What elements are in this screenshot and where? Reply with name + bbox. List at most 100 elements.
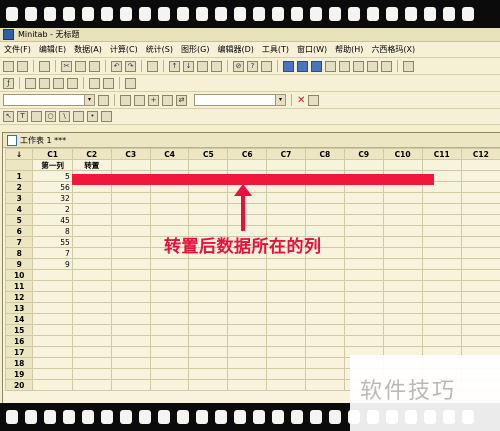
data-cell[interactable]	[71, 225, 112, 237]
data-cell[interactable]	[227, 379, 268, 391]
eraser-icon[interactable]	[125, 77, 136, 89]
info-icon[interactable]	[311, 60, 322, 72]
data-cell[interactable]	[343, 302, 384, 314]
save-icon[interactable]	[17, 60, 28, 72]
copy-icon[interactable]	[75, 60, 86, 72]
delete-icon[interactable]: ✕	[297, 95, 305, 106]
redo-icon[interactable]: ↷	[125, 60, 136, 72]
data-cell[interactable]	[460, 225, 500, 237]
data-cell[interactable]	[343, 236, 384, 248]
crosshair-icon[interactable]: +	[148, 94, 159, 106]
data-cell[interactable]	[382, 269, 423, 281]
data-cell[interactable]	[110, 258, 151, 270]
data-cell[interactable]	[110, 291, 151, 303]
column-name-cell[interactable]	[110, 159, 151, 171]
stat-guide-icon[interactable]	[261, 60, 272, 72]
data-cell[interactable]	[71, 247, 112, 259]
row-header[interactable]: 10	[4, 269, 34, 281]
edit-last-dialog-icon[interactable]	[103, 77, 114, 89]
row-header[interactable]: 3	[4, 192, 34, 204]
column-name-cell[interactable]: 第一列	[32, 159, 73, 171]
data-cell[interactable]	[188, 368, 229, 380]
data-cell[interactable]	[71, 236, 112, 248]
row-header[interactable]: 2	[4, 181, 34, 193]
data-cell[interactable]	[460, 203, 500, 215]
data-cell[interactable]	[304, 214, 345, 226]
data-cell[interactable]	[188, 313, 229, 325]
data-cell[interactable]	[421, 192, 462, 204]
data-cell[interactable]	[421, 313, 462, 325]
data-cell[interactable]	[149, 192, 190, 204]
menu-help[interactable]: 帮助(H)	[335, 44, 363, 55]
column-name-cell[interactable]	[304, 159, 345, 171]
data-cell[interactable]	[32, 324, 73, 336]
menu-file[interactable]: 文件(F)	[4, 44, 31, 55]
column-name-cell[interactable]	[382, 159, 423, 171]
data-cell[interactable]	[343, 258, 384, 270]
data-cell[interactable]	[421, 302, 462, 314]
data-cell[interactable]	[149, 302, 190, 314]
cancel-icon[interactable]: ⊘	[233, 60, 244, 72]
flag-icon[interactable]	[162, 94, 173, 106]
cut-icon[interactable]: ✂	[61, 60, 72, 72]
data-cell[interactable]	[266, 192, 306, 204]
column-header[interactable]: C7	[266, 148, 306, 160]
row-header[interactable]: 5	[4, 214, 34, 226]
rectangle-tool-icon[interactable]	[31, 111, 42, 122]
down-arrow-icon[interactable]: ↓	[183, 60, 194, 72]
corner-cell[interactable]: ↓	[4, 148, 34, 160]
data-cell[interactable]	[227, 280, 268, 292]
data-cell[interactable]	[421, 291, 462, 303]
data-cell[interactable]	[304, 203, 345, 215]
data-cell[interactable]	[71, 324, 112, 336]
replace-icon[interactable]	[211, 60, 222, 72]
column-header[interactable]: C5	[188, 148, 229, 160]
data-cell[interactable]	[188, 324, 229, 336]
data-cell[interactable]	[188, 203, 229, 215]
column-name-cell[interactable]	[266, 159, 306, 171]
insert-rows-icon[interactable]	[39, 77, 50, 89]
data-cell[interactable]	[188, 214, 229, 226]
row-header[interactable]: 12	[4, 291, 34, 303]
open-icon[interactable]	[3, 60, 14, 72]
data-cell[interactable]	[149, 324, 190, 336]
column-name-cell[interactable]	[421, 159, 462, 171]
data-cell[interactable]	[32, 346, 73, 358]
history-icon[interactable]	[325, 60, 336, 72]
data-cell[interactable]	[71, 291, 112, 303]
data-cell[interactable]: 2	[32, 203, 73, 215]
data-cell[interactable]	[71, 335, 112, 347]
data-cell[interactable]	[32, 280, 73, 292]
data-cell[interactable]	[382, 258, 423, 270]
data-cell[interactable]	[110, 379, 151, 391]
data-cell[interactable]	[71, 280, 112, 292]
data-cell[interactable]	[266, 357, 306, 369]
data-cell[interactable]	[227, 346, 268, 358]
row-header[interactable]: 4	[4, 203, 34, 215]
data-cell[interactable]	[110, 313, 151, 325]
row-header[interactable]: 15	[4, 324, 34, 336]
menu-tools[interactable]: 工具(T)	[262, 44, 289, 55]
data-cell[interactable]	[304, 269, 345, 281]
column-header[interactable]: C8	[304, 148, 345, 160]
data-cell[interactable]	[460, 247, 500, 259]
data-cell[interactable]	[32, 335, 73, 347]
data-cell[interactable]	[343, 247, 384, 259]
data-cell[interactable]	[382, 203, 423, 215]
data-cell[interactable]	[304, 357, 345, 369]
data-cell[interactable]	[188, 302, 229, 314]
menu-stat[interactable]: 统计(S)	[146, 44, 173, 55]
data-cell[interactable]	[149, 214, 190, 226]
data-cell[interactable]	[110, 225, 151, 237]
swap-icon[interactable]: ⇄	[176, 94, 187, 106]
data-cell[interactable]	[71, 192, 112, 204]
data-cell[interactable]	[382, 280, 423, 292]
data-cell[interactable]	[266, 335, 306, 347]
data-cell[interactable]	[149, 346, 190, 358]
row-header[interactable]: 13	[4, 302, 34, 314]
column-name-cell[interactable]	[343, 159, 384, 171]
data-cell[interactable]	[149, 357, 190, 369]
design-icon[interactable]	[381, 60, 392, 72]
text-tool-icon[interactable]: T	[17, 111, 28, 122]
data-cell[interactable]	[188, 291, 229, 303]
